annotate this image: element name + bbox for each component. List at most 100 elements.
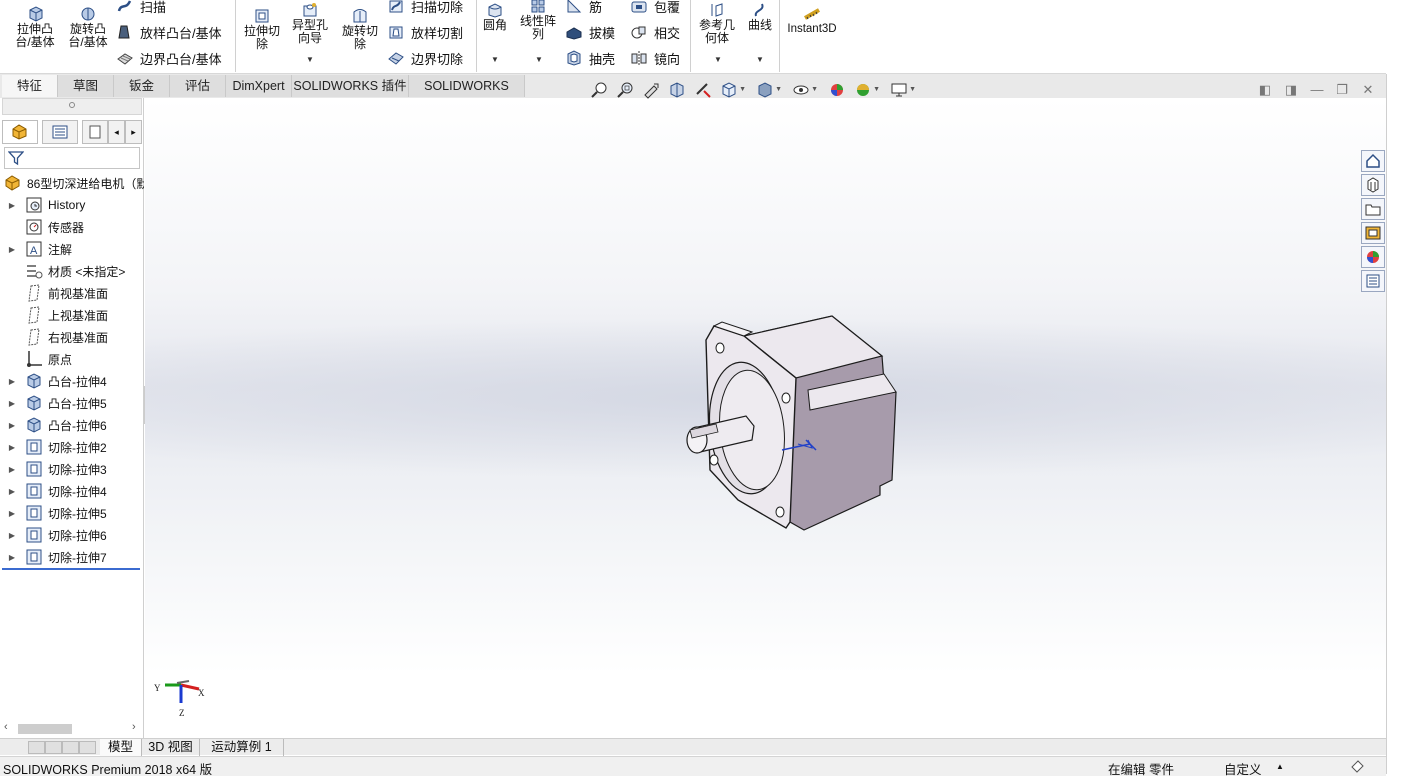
tab-solidworks-mbd[interactable]: SOLIDWORKS MBD: [409, 75, 525, 115]
tab-property-manager[interactable]: [42, 120, 78, 144]
unit-system-selector[interactable]: 自定义: [1224, 759, 1262, 778]
edit-appearance-button[interactable]: [826, 80, 848, 100]
viewport-split-right-icon[interactable]: ◨: [1283, 82, 1299, 98]
apply-scene-button[interactable]: ▼: [852, 80, 880, 100]
tab-sheet-metal[interactable]: 钣金: [114, 75, 170, 97]
feature-tree-item[interactable]: ▶ 切除-拉伸2: [0, 437, 144, 457]
sweep-button[interactable]: 扫描: [116, 0, 166, 16]
feature-tree-item[interactable]: ▶ 切除-拉伸5: [0, 503, 144, 523]
rib-button[interactable]: 筋: [565, 0, 602, 16]
extrude-cut-button[interactable]: 拉伸切 除: [239, 8, 285, 51]
instant3d-button[interactable]: Instant3D: [784, 6, 840, 35]
feature-tree-item[interactable]: ▶ 切除-拉伸3: [0, 459, 144, 479]
prev-tab-icon[interactable]: [45, 741, 62, 754]
reference-geometry-dropdown-icon[interactable]: ▼: [714, 55, 722, 64]
zoom-to-fit-button[interactable]: [588, 80, 610, 100]
expand-arrow-icon[interactable]: ▶: [5, 399, 19, 408]
tab-evaluate[interactable]: 评估: [170, 75, 226, 97]
previous-view-button[interactable]: [640, 80, 662, 100]
viewport-minimize-icon[interactable]: —: [1309, 82, 1325, 98]
custom-properties-tab[interactable]: [1361, 270, 1385, 292]
shell-button[interactable]: 抽壳: [565, 48, 615, 68]
next-tab-icon[interactable]: [62, 741, 79, 754]
feature-tree-item[interactable]: ▶ A 注解: [0, 239, 144, 259]
feature-tree-item[interactable]: 上视基准面: [0, 305, 144, 325]
expand-arrow-icon[interactable]: ▶: [5, 245, 19, 254]
first-tab-icon[interactable]: [28, 741, 45, 754]
wrap-button[interactable]: 包覆: [630, 0, 680, 16]
scroll-left-icon[interactable]: ‹: [4, 721, 8, 733]
graphics-area[interactable]: Y X Z: [145, 98, 1386, 738]
design-library-tab[interactable]: [1361, 174, 1385, 196]
display-style-button[interactable]: ▼: [754, 80, 782, 100]
viewport-split-left-icon[interactable]: ◧: [1257, 82, 1273, 98]
tab-motion-study[interactable]: 运动算例 1: [200, 739, 284, 756]
expand-arrow-icon[interactable]: ▶: [5, 509, 19, 518]
expand-arrow-icon[interactable]: ▶: [5, 465, 19, 474]
tab-3d-views[interactable]: 3D 视图: [142, 739, 200, 756]
feature-tree-item[interactable]: 传感器: [0, 217, 144, 237]
expand-arrow-icon[interactable]: ▶: [5, 553, 19, 562]
file-explorer-tab[interactable]: [1361, 198, 1385, 220]
feature-tree-item[interactable]: ▶ 凸台-拉伸5: [0, 393, 144, 413]
appearances-tab[interactable]: [1361, 246, 1385, 268]
section-view-button[interactable]: [666, 80, 688, 100]
mirror-button[interactable]: 镜向: [630, 48, 680, 68]
extrude-boss-button[interactable]: 拉伸凸 台/基体: [12, 6, 58, 49]
expand-arrow-icon[interactable]: ▶: [5, 421, 19, 430]
tab-solidworks-addins[interactable]: SOLIDWORKS 插件: [292, 75, 409, 97]
expand-arrow-icon[interactable]: ▶: [5, 531, 19, 540]
last-tab-icon[interactable]: [79, 741, 96, 754]
view-palette-tab[interactable]: [1361, 222, 1385, 244]
tabs-scroll-right-icon[interactable]: ▸: [125, 120, 142, 144]
part-root-node[interactable]: 86型切深进给电机（默: [0, 173, 144, 193]
feature-tree-item[interactable]: ▶ 凸台-拉伸4: [0, 371, 144, 391]
feature-tree-item[interactable]: 右视基准面: [0, 327, 144, 347]
rebuild-status-icon[interactable]: [1349, 758, 1365, 777]
view-orientation-button[interactable]: ▼: [718, 80, 746, 100]
scroll-thumb[interactable]: [18, 724, 72, 734]
expand-arrow-icon[interactable]: ▶: [5, 201, 19, 210]
intersect-button[interactable]: 相交: [630, 22, 680, 42]
linear-pattern-button[interactable]: 线性阵 列: [516, 0, 560, 41]
expand-arrow-icon[interactable]: ▶: [5, 487, 19, 496]
hole-wizard-dropdown-icon[interactable]: ▼: [306, 55, 314, 64]
feature-tree-item[interactable]: ▶ 切除-拉伸4: [0, 481, 144, 501]
panel-horizontal-scrollbar[interactable]: ‹ ›: [2, 721, 142, 736]
tab-dimxpert[interactable]: DimXpert: [226, 75, 292, 97]
scroll-right-icon[interactable]: ›: [132, 721, 136, 733]
feature-tree-item[interactable]: ▶ 凸台-拉伸6: [0, 415, 144, 435]
hole-wizard-button[interactable]: 异型孔 向导: [287, 2, 333, 45]
solidworks-resources-tab[interactable]: [1361, 150, 1385, 172]
revolve-boss-button[interactable]: 旋转凸 台/基体: [65, 6, 111, 49]
viewport-restore-icon[interactable]: ❐: [1334, 82, 1350, 98]
feature-tree-item[interactable]: ▶ History: [0, 195, 144, 215]
panel-collapse-bar[interactable]: [2, 98, 142, 115]
tabs-scroll-left-icon[interactable]: ◂: [108, 120, 125, 144]
fillet-button[interactable]: 圆角: [480, 2, 510, 31]
viewport-close-icon[interactable]: ✕: [1360, 82, 1376, 98]
tab-sketch[interactable]: 草图: [58, 75, 114, 97]
curves-dropdown-icon[interactable]: ▼: [756, 55, 764, 64]
boundary-cut-button[interactable]: 边界切除: [387, 48, 463, 68]
reference-geometry-button[interactable]: 参考几 何体: [694, 2, 740, 45]
fillet-dropdown-icon[interactable]: ▼: [491, 55, 499, 64]
boundary-boss-button[interactable]: 边界凸台/基体: [116, 48, 222, 68]
tab-model[interactable]: 模型: [100, 739, 142, 756]
expand-arrow-icon[interactable]: ▶: [5, 443, 19, 452]
tab-configuration-manager[interactable]: [82, 120, 108, 144]
feature-tree-item[interactable]: 材质 <未指定>: [0, 261, 144, 281]
tab-feature-manager[interactable]: [2, 120, 38, 144]
lofted-cut-button[interactable]: 放样切割: [387, 22, 463, 42]
motor-model[interactable]: [686, 315, 897, 531]
linear-pattern-dropdown-icon[interactable]: ▼: [535, 55, 543, 64]
rollback-bar[interactable]: [2, 568, 140, 570]
loft-boss-button[interactable]: 放样凸台/基体: [116, 22, 222, 42]
curves-button[interactable]: 曲线: [745, 2, 775, 31]
zoom-to-area-button[interactable]: [614, 80, 636, 100]
feature-tree-item[interactable]: ▶ 切除-拉伸7: [0, 547, 144, 567]
feature-tree-item[interactable]: ▶ 切除-拉伸6: [0, 525, 144, 545]
feature-tree-item[interactable]: 前视基准面: [0, 283, 144, 303]
dynamic-annotation-button[interactable]: [692, 80, 714, 100]
draft-button[interactable]: 拔模: [565, 22, 615, 42]
